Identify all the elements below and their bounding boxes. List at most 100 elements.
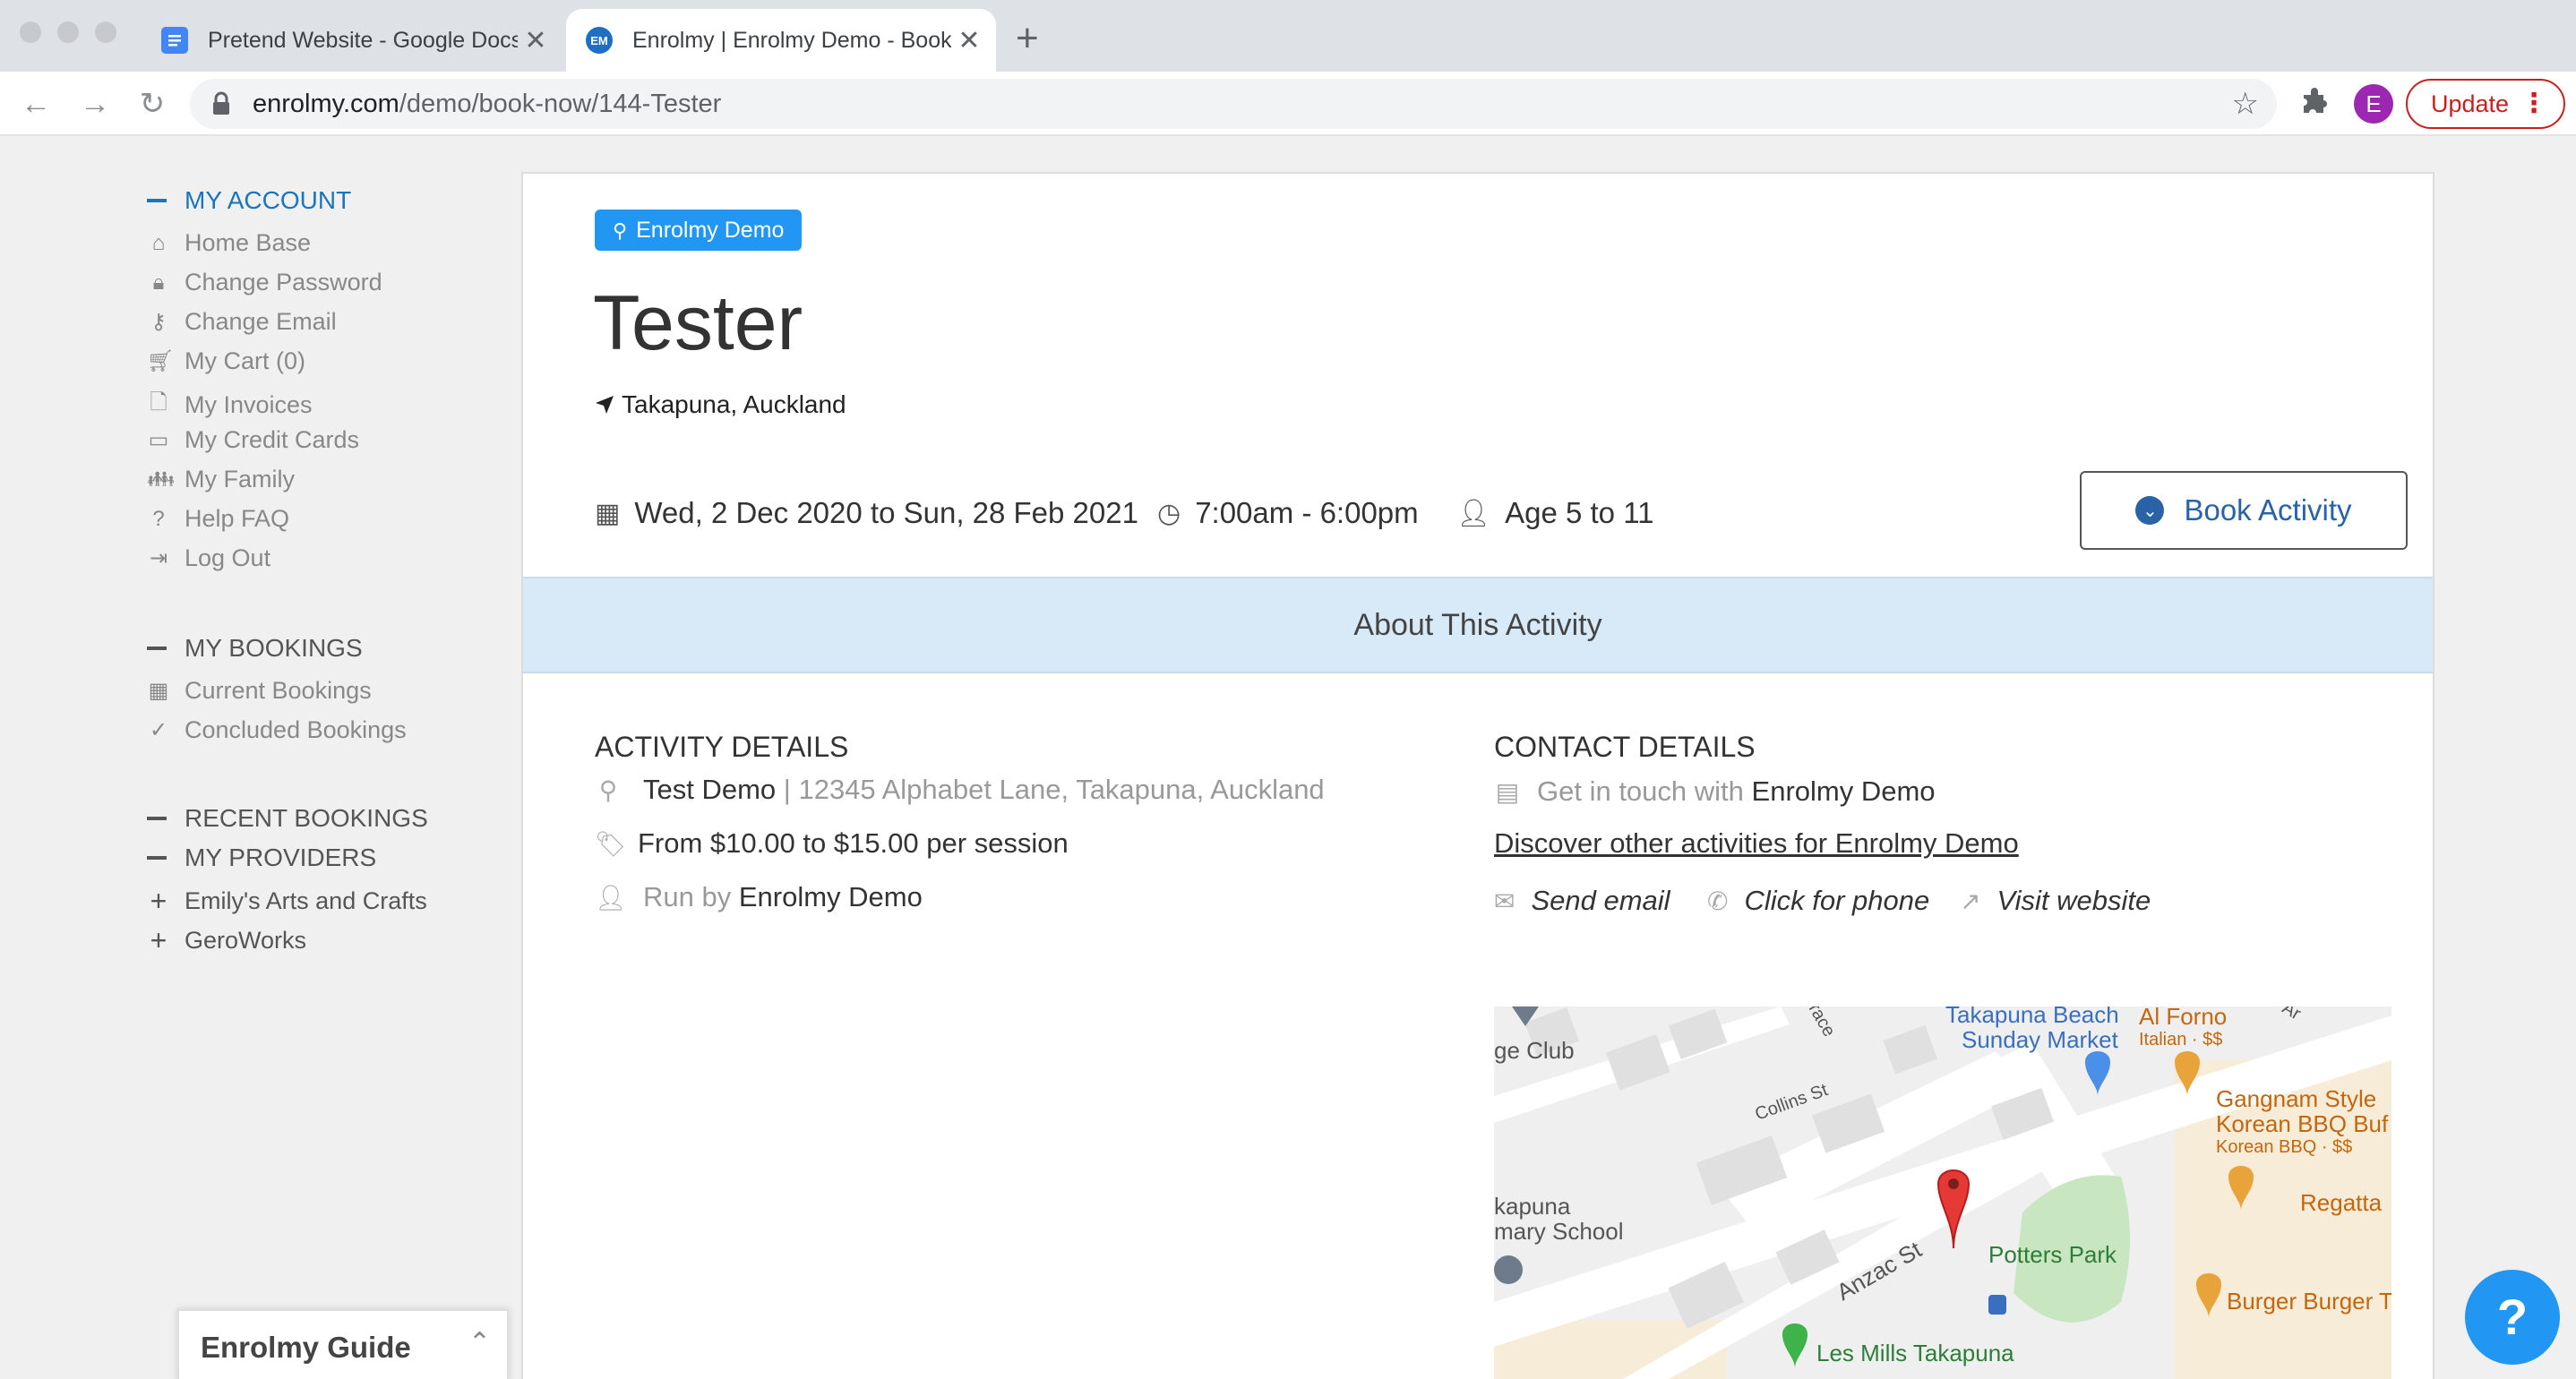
phone-link[interactable]: ✆ Click for phone	[1707, 885, 1929, 917]
sidebar-item-change-email[interactable]: ⚷ Change Email	[147, 308, 336, 336]
credit-card-icon: ▭	[148, 428, 169, 452]
map-label: Potters Park	[1988, 1241, 2117, 1268]
sidebar-item-provider[interactable]: + GeroWorks	[147, 924, 306, 957]
envelope-icon: ✉	[1494, 886, 1516, 915]
contact-get-in-touch: ▤ Get in touch with Enrolmy Demo	[1495, 775, 1936, 807]
collapse-minus-icon	[147, 817, 167, 820]
map-pin-icon: ⚲	[613, 219, 628, 242]
enrolmy-favicon-icon: EM	[586, 27, 613, 54]
contact-details-heading: CONTACT DETAILS	[1494, 731, 1756, 763]
provider-badge[interactable]: ⚲ Enrolmy Demo	[595, 210, 803, 251]
map-label: Regatta	[2300, 1189, 2383, 1216]
update-button[interactable]: Update ⋮	[2406, 79, 2565, 129]
browser-tab-bar: Pretend Website - Google Docs ✕ EM Enrol…	[0, 0, 2576, 72]
sidebar-item-current-bookings[interactable]: ▦ Current Bookings	[147, 677, 372, 705]
window-minimize-control[interactable]	[57, 21, 79, 43]
section-my-account[interactable]: MY ACCOUNT	[147, 186, 351, 215]
user-icon: 👤︎	[595, 883, 627, 912]
sidebar-item-help-faq[interactable]: ? Help FAQ	[147, 505, 289, 533]
users-icon: 👪︎	[147, 467, 175, 492]
tab-close-icon[interactable]: ✕	[518, 25, 554, 56]
menu-kebab-icon: ⋮	[2520, 89, 2547, 118]
sidebar-item-my-cart[interactable]: 🛒︎ My Cart (0)	[147, 347, 305, 375]
tab-title: Enrolmy | Enrolmy Demo - Book Now	[632, 27, 951, 53]
chevron-down-circle-icon: ⌄	[2135, 496, 2165, 525]
collapse-minus-icon	[147, 856, 167, 860]
sidebar-item-change-password[interactable]: 🔒︎ Change Password	[147, 269, 382, 296]
activity-age: 👤︎ Age 5 to 11	[1456, 496, 1654, 529]
activity-dates: ▦ Wed, 2 Dec 2020 to Sun, 28 Feb 2021	[595, 496, 1138, 529]
map-label: Al Forno	[2139, 1006, 2228, 1030]
map-label: ge Club	[1494, 1037, 1575, 1064]
plus-icon: +	[150, 924, 167, 956]
profile-avatar[interactable]: E	[2354, 84, 2393, 124]
document-icon: 🗋	[150, 390, 167, 415]
section-recent-bookings[interactable]: RECENT BOOKINGS	[147, 804, 428, 833]
book-activity-button[interactable]: ⌄ Book Activity	[2080, 471, 2408, 550]
map-label: mary School	[1494, 1218, 1624, 1245]
window-close-control[interactable]	[20, 21, 41, 43]
map-canvas	[1494, 1006, 2391, 1379]
plus-icon: +	[150, 885, 167, 917]
sidebar: MY ACCOUNT ⌂ Home Base 🔒︎ Change Password …	[0, 136, 519, 1379]
window-zoom-control[interactable]	[95, 21, 116, 43]
help-button[interactable]: ?	[2465, 1270, 2560, 1365]
browser-toolbar: ← → ↻ enrolmy.com/demo/book-now/144-Test…	[0, 72, 2576, 136]
user-icon: 👤︎	[1456, 498, 1491, 528]
cart-icon: 🛒︎	[147, 349, 175, 373]
calendar-icon: ▦	[148, 679, 169, 703]
tab-close-icon[interactable]: ✕	[951, 25, 987, 56]
enrolmy-guide-widget[interactable]: Enrolmy Guide ⌃	[177, 1309, 509, 1379]
reload-icon[interactable]: ↻	[131, 82, 174, 125]
send-email-link[interactable]: ✉ Send email	[1494, 885, 1670, 917]
map-label: Les Mills Takapuna	[1816, 1340, 2014, 1366]
tab-title: Pretend Website - Google Docs	[208, 27, 518, 53]
sidebar-item-home-base[interactable]: ⌂ Home Base	[147, 229, 311, 257]
collapse-minus-icon	[147, 199, 167, 202]
activity-venue: ⚲ Test Demo | 12345 Alphabet Lane, Takapu…	[595, 774, 1325, 806]
tab-enrolmy[interactable]: EM Enrolmy | Enrolmy Demo - Book Now ✕	[566, 9, 996, 72]
discover-activities-link[interactable]: Discover other activities for Enrolmy De…	[1494, 827, 2019, 860]
location-map[interactable]: ge Club Collins St race Takapuna Beach S…	[1494, 1006, 2391, 1379]
map-label: Burger Burger T	[2227, 1288, 2391, 1315]
sidebar-item-my-invoices[interactable]: 🗋 My Invoices	[147, 387, 312, 424]
activity-details-heading: ACTIVITY DETAILS	[595, 731, 849, 763]
forward-arrow-icon[interactable]: →	[73, 82, 116, 125]
home-icon: ⌂	[151, 230, 166, 255]
map-label: kapuna	[1494, 1193, 1571, 1220]
sign-out-icon: ⇥	[149, 546, 168, 570]
chevron-up-icon[interactable]: ⌃	[468, 1327, 491, 1358]
page-title: Tester	[593, 280, 803, 366]
extensions-puzzle-icon[interactable]	[2300, 88, 2329, 124]
map-label: Sunday Market	[1962, 1026, 2118, 1053]
url-text: enrolmy.com/demo/book-now/144-Tester	[253, 90, 722, 118]
section-my-bookings[interactable]: MY BOOKINGS	[147, 634, 363, 663]
sidebar-item-provider[interactable]: + Emily's Arts and Crafts	[147, 885, 427, 918]
sidebar-item-my-family[interactable]: 👪︎ My Family	[147, 466, 295, 493]
new-tab-plus-icon[interactable]: +	[1016, 16, 1039, 61]
calendar-icon: ▦	[595, 498, 621, 528]
address-card-icon: ▤	[1495, 777, 1520, 806]
sidebar-item-my-credit-cards[interactable]: ▭ My Credit Cards	[147, 426, 359, 454]
back-arrow-icon[interactable]: ←	[14, 82, 57, 125]
visit-website-link[interactable]: ↗ Visit website	[1960, 885, 2151, 917]
address-bar[interactable]: enrolmy.com/demo/book-now/144-Tester ☆	[190, 79, 2277, 129]
sidebar-item-concluded-bookings[interactable]: ✓ Concluded Bookings	[147, 716, 407, 744]
check-circle-icon: ✓	[149, 718, 168, 742]
question-circle-icon: ?	[152, 506, 165, 531]
key-icon: ⚷	[150, 310, 167, 334]
tab-google-docs[interactable]: Pretend Website - Google Docs ✕	[142, 9, 562, 72]
activity-time: ◷ 7:00am - 6:00pm	[1157, 496, 1419, 529]
sidebar-item-log-out[interactable]: ⇥ Log Out	[147, 544, 270, 572]
external-link-icon: ↗	[1960, 886, 1981, 915]
tag-icon: 🏷︎	[595, 829, 627, 858]
activity-price: 🏷︎ From $10.00 to $15.00 per session	[595, 827, 1069, 859]
section-my-providers[interactable]: MY PROVIDERS	[147, 844, 376, 872]
bookmark-star-icon[interactable]: ☆	[2232, 86, 2259, 122]
google-docs-icon	[161, 27, 188, 54]
about-activity-bar[interactable]: About This Activity	[523, 577, 2433, 673]
collapse-minus-icon	[147, 647, 167, 650]
guide-title: Enrolmy Guide	[201, 1331, 411, 1364]
lock-icon: 🔒︎	[152, 270, 165, 295]
map-pin-icon: ⚲	[598, 775, 618, 804]
